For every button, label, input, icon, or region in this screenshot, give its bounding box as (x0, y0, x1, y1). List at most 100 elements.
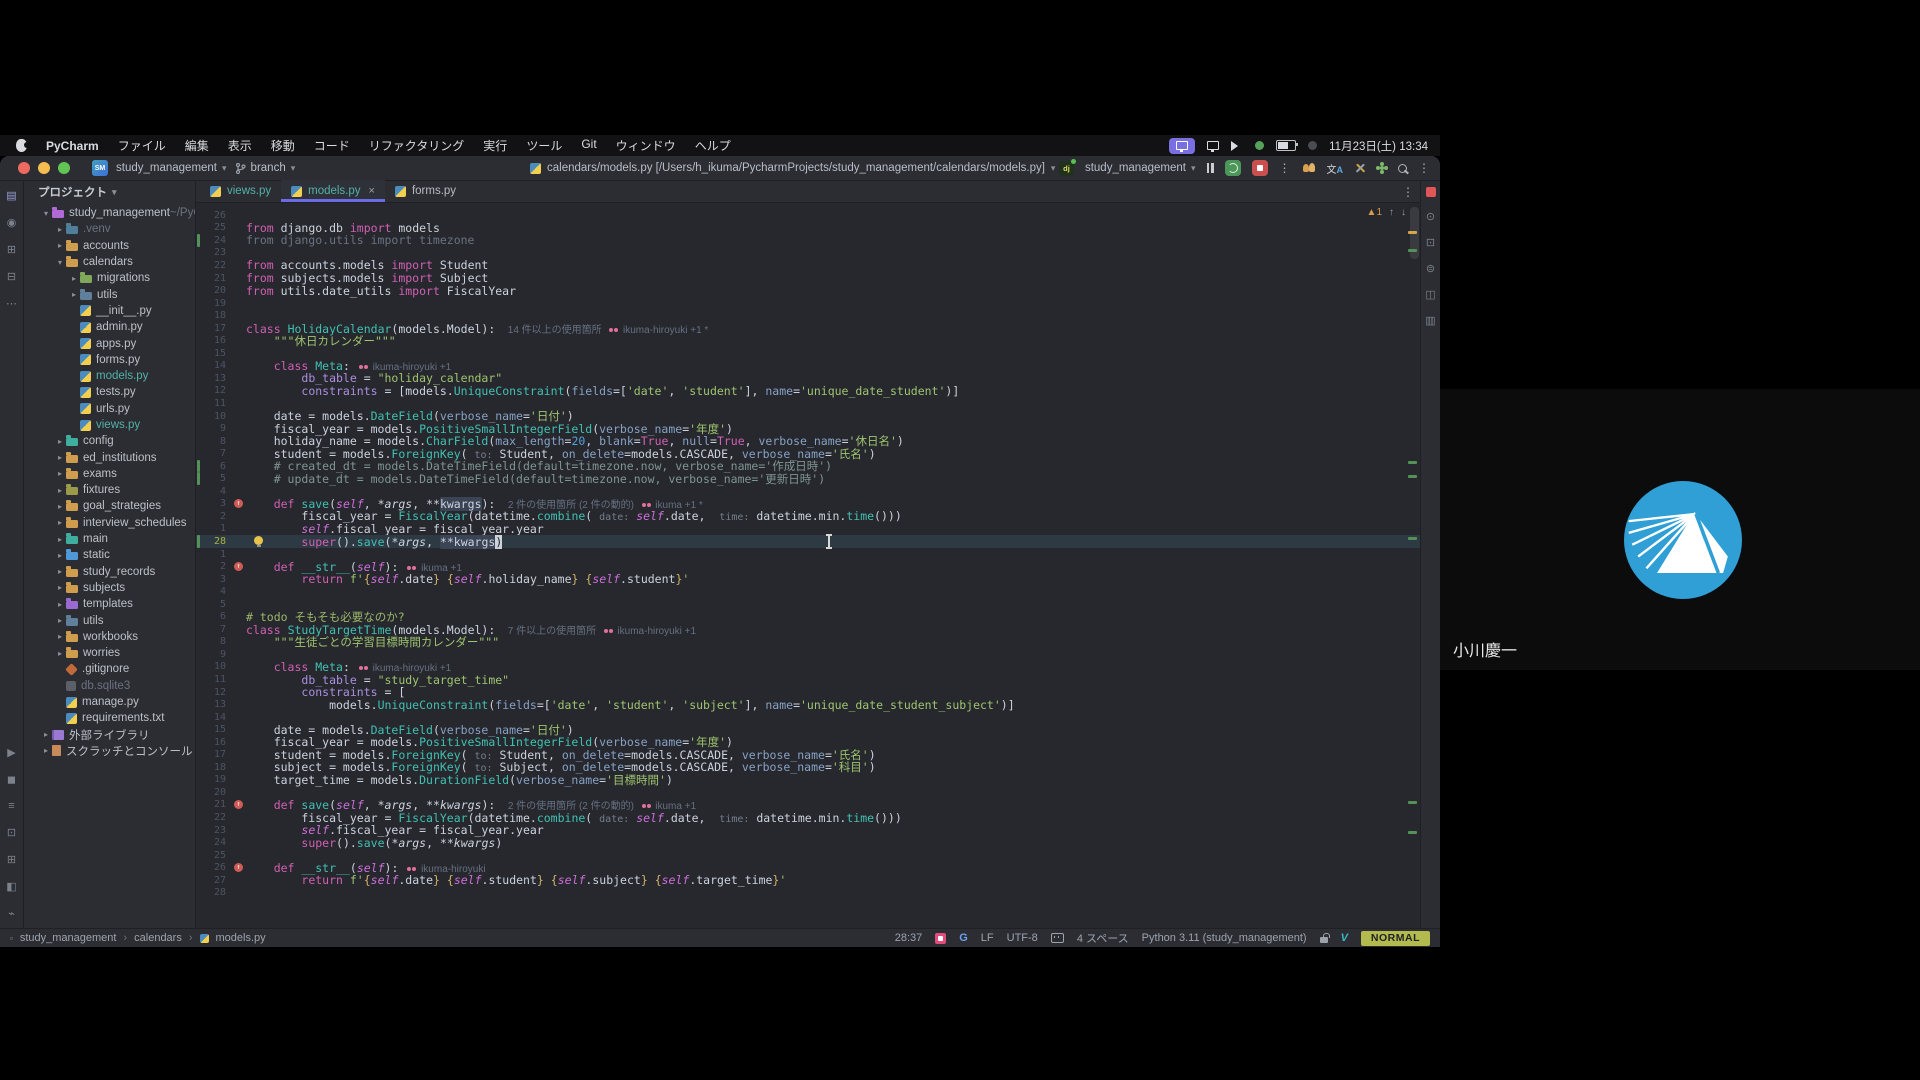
participant-video-tile[interactable]: 小川慶一 (1440, 389, 1920, 670)
more-tools-icon[interactable]: ⋯ (6, 297, 17, 310)
tree-item-worries[interactable]: ▸worries (24, 645, 195, 661)
menu-item[interactable]: ヘルプ (695, 137, 731, 154)
overrides-method-icon[interactable]: ↑ (234, 499, 243, 508)
menu-item[interactable]: 編集 (185, 137, 209, 154)
code-line[interactable]: 24from django.utils import timezone (196, 234, 1420, 247)
tree-item-interview_schedules[interactable]: ▸interview_schedules (24, 515, 195, 531)
tree-item-requirements.txt[interactable]: requirements.txt (24, 710, 195, 726)
code-line[interactable]: 11 db_table = "study_target_time" (196, 673, 1420, 686)
code-line[interactable]: 12 constraints = [models.UniqueConstrain… (196, 385, 1420, 398)
scroll-change-mark[interactable] (1408, 831, 1417, 834)
editor-tab-forms.py[interactable]: forms.py (385, 180, 466, 202)
code-line[interactable]: 20from utils.date_utils import FiscalYea… (196, 284, 1420, 297)
tree-item-db.sqlite3[interactable]: db.sqlite3 (24, 678, 195, 694)
code-line[interactable]: 24 super().save(*args, **kwargs) (196, 836, 1420, 849)
structure-tool-icon[interactable]: ⊞ (7, 243, 16, 256)
code-line[interactable]: 13 models.UniqueConstraint(fields=['date… (196, 698, 1420, 711)
code-line[interactable]: 2↑ def __str__(self): ikuma +1 (196, 560, 1420, 573)
translate-icon[interactable]: 文A (1327, 161, 1344, 176)
copilot-icon[interactable] (1051, 933, 1064, 943)
code-line[interactable]: 28 (196, 887, 1420, 900)
google-icon[interactable]: G (959, 932, 968, 944)
tree-item-study_records[interactable]: ▸study_records (24, 564, 195, 580)
run-more-menu[interactable]: ⋮ (1279, 161, 1291, 175)
project-panel-header[interactable]: プロジェクト▾ (24, 181, 195, 203)
inspections-widget[interactable]: ▲1 ↑ ↓ (1367, 207, 1406, 218)
minimize-window-button[interactable] (38, 162, 50, 174)
plugin-flower-icon[interactable] (1380, 166, 1384, 170)
apple-menu-icon[interactable] (16, 139, 27, 152)
menu-app-name[interactable]: PyCharm (46, 139, 99, 153)
breadcrumb-item[interactable]: calendars (134, 932, 182, 944)
branch-name[interactable]: branch (251, 162, 286, 174)
overrides-method-icon[interactable]: ↑ (234, 800, 243, 809)
problems-tool-icon[interactable]: ◧ (6, 880, 16, 893)
tree-item-admin.py[interactable]: admin.py (24, 319, 195, 335)
database-tool-icon[interactable]: ⊜ (1426, 262, 1435, 275)
file-path-title[interactable]: calendars/models.py [/Users/h_ikuma/Pych… (530, 162, 1055, 174)
tree-item-static[interactable]: ▸static (24, 547, 195, 563)
todo-tool-icon[interactable]: ⊞ (7, 853, 16, 866)
ai-assistant-icon[interactable]: ⊡ (1426, 236, 1435, 249)
code-line[interactable]: 1 (196, 548, 1420, 561)
tree-item-main[interactable]: ▸main (24, 531, 195, 547)
ideavim-icon[interactable]: V (1341, 932, 1348, 944)
project-name[interactable]: study_management (116, 162, 217, 174)
documentation-tool-icon[interactable]: ▥ (1425, 314, 1435, 327)
tree-item-__init__.py[interactable]: __init__.py (24, 303, 195, 319)
tree-item-workbooks[interactable]: ▸workbooks (24, 629, 195, 645)
unlock-icon[interactable] (1320, 937, 1328, 943)
file-encoding[interactable]: UTF-8 (1007, 932, 1038, 944)
code-line[interactable]: 10 class Meta: ikuma-hiroyuki +1 (196, 661, 1420, 674)
notification-error-icon[interactable] (1426, 187, 1436, 197)
code-line[interactable]: 26 (196, 209, 1420, 222)
indent-style[interactable]: 4 スペース (1077, 930, 1129, 946)
editor-tab-models.py[interactable]: models.py× (281, 180, 385, 202)
code-line[interactable]: 3↑ def save(self, *args, **kwargs): 2 件の… (196, 498, 1420, 511)
code-line[interactable]: 1 self.fiscal_year = fiscal_year.year (196, 523, 1420, 536)
code-line[interactable]: 25 (196, 849, 1420, 862)
tree-item-forms.py[interactable]: forms.py (24, 352, 195, 368)
tree-item-accounts[interactable]: ▸accounts (24, 238, 195, 254)
caret-position[interactable]: 28:37 (895, 932, 923, 944)
editor-tab-views.py[interactable]: views.py (200, 180, 281, 202)
branch-widget[interactable]: branch▾ (235, 162, 296, 175)
tree-item-apps.py[interactable]: apps.py (24, 335, 195, 351)
tree-item-ed_institutions[interactable]: ▸ed_institutions (24, 449, 195, 465)
menu-item[interactable]: コード (314, 137, 350, 154)
scroll-change-mark[interactable] (1408, 537, 1417, 540)
prev-problem-arrow[interactable]: ↑ (1389, 207, 1394, 218)
code-line[interactable]: 25from django.db import models (196, 222, 1420, 235)
code-line[interactable]: 21from subjects.models import Subject (196, 272, 1420, 285)
overrides-method-icon[interactable]: ↑ (234, 562, 243, 571)
code-line[interactable]: 5 # update_dt = models.DateTimeField(def… (196, 472, 1420, 485)
menu-item[interactable]: ウィンドウ (616, 137, 676, 154)
code-line[interactable]: 2 fiscal_year = FiscalYear(datetime.comb… (196, 510, 1420, 523)
control-center-icon[interactable] (1308, 141, 1317, 150)
menu-item[interactable]: ファイル (118, 137, 166, 154)
window-more-menu[interactable]: ⋮ (1418, 161, 1430, 175)
code-line[interactable]: 19 (196, 297, 1420, 310)
code-line[interactable]: 21↑ def save(self, *args, **kwargs): 2 件… (196, 799, 1420, 812)
tree-item-urls.py[interactable]: urls.py (24, 401, 195, 417)
services-tool-icon[interactable]: ⌁ (8, 907, 15, 920)
display-icon[interactable] (1207, 141, 1219, 150)
search-everywhere-icon[interactable] (1398, 164, 1407, 173)
rerun-button[interactable] (1225, 160, 1241, 176)
terminal-tool-icon[interactable]: ≡ (8, 800, 14, 812)
battery-icon[interactable] (1276, 140, 1296, 151)
code-line[interactable]: 26↑ def __str__(self): ikuma-hiroyuki (196, 861, 1420, 874)
gradle-tool-icon[interactable]: ◫ (1425, 288, 1435, 301)
code-line[interactable]: 15 (196, 347, 1420, 360)
tree-item-subjects[interactable]: ▸subjects (24, 580, 195, 596)
python-console-icon[interactable]: ⊡ (7, 826, 16, 839)
code-editor[interactable]: 2625from django.db import models24from d… (196, 203, 1420, 928)
tree-item-manage.py[interactable]: manage.py (24, 694, 195, 710)
menu-item[interactable]: Git (581, 137, 596, 154)
code-line[interactable]: 4 (196, 585, 1420, 598)
debug-tool-icon[interactable]: ◼ (7, 773, 16, 786)
screen-share-indicator[interactable] (1169, 138, 1195, 154)
tree-item-exams[interactable]: ▸exams (24, 466, 195, 482)
close-window-button[interactable] (18, 162, 30, 174)
tree-item-.venv[interactable]: ▸.venv (24, 221, 195, 237)
